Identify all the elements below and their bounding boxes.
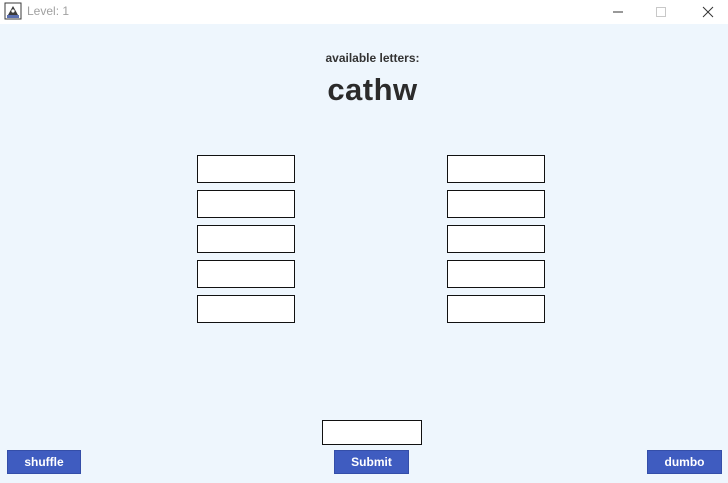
shuffle-button[interactable]: shuffle: [7, 450, 81, 474]
word-slot-left-5: [197, 295, 295, 323]
dumbo-button[interactable]: dumbo: [647, 450, 722, 474]
answer-input[interactable]: [322, 420, 422, 445]
game-panel: available letters: cathw shuffle Submit …: [0, 24, 728, 483]
close-button[interactable]: [688, 0, 728, 24]
game-window: Level: 1 available letters: cathw shuffl…: [0, 0, 728, 483]
word-slot-right-3: [447, 225, 545, 253]
word-slot-right-2: [447, 190, 545, 218]
title-bar: Level: 1: [0, 0, 728, 24]
maximize-button[interactable]: [641, 0, 681, 24]
maximize-icon: [656, 7, 666, 17]
submit-button[interactable]: Submit: [334, 450, 409, 474]
word-slot-left-4: [197, 260, 295, 288]
word-slot-left-3: [197, 225, 295, 253]
available-letters: cathw: [327, 72, 418, 107]
minimize-icon: [613, 11, 623, 13]
word-slot-left-2: [197, 190, 295, 218]
window-title: Level: 1: [27, 4, 70, 18]
minimize-button[interactable]: [598, 0, 638, 24]
word-slot-right-5: [447, 295, 545, 323]
close-icon: [702, 6, 714, 18]
word-slot-right-1: [447, 155, 545, 183]
word-slot-left-1: [197, 155, 295, 183]
word-slot-right-4: [447, 260, 545, 288]
available-letters-label: available letters:: [325, 51, 420, 65]
java-app-icon: [4, 2, 22, 20]
